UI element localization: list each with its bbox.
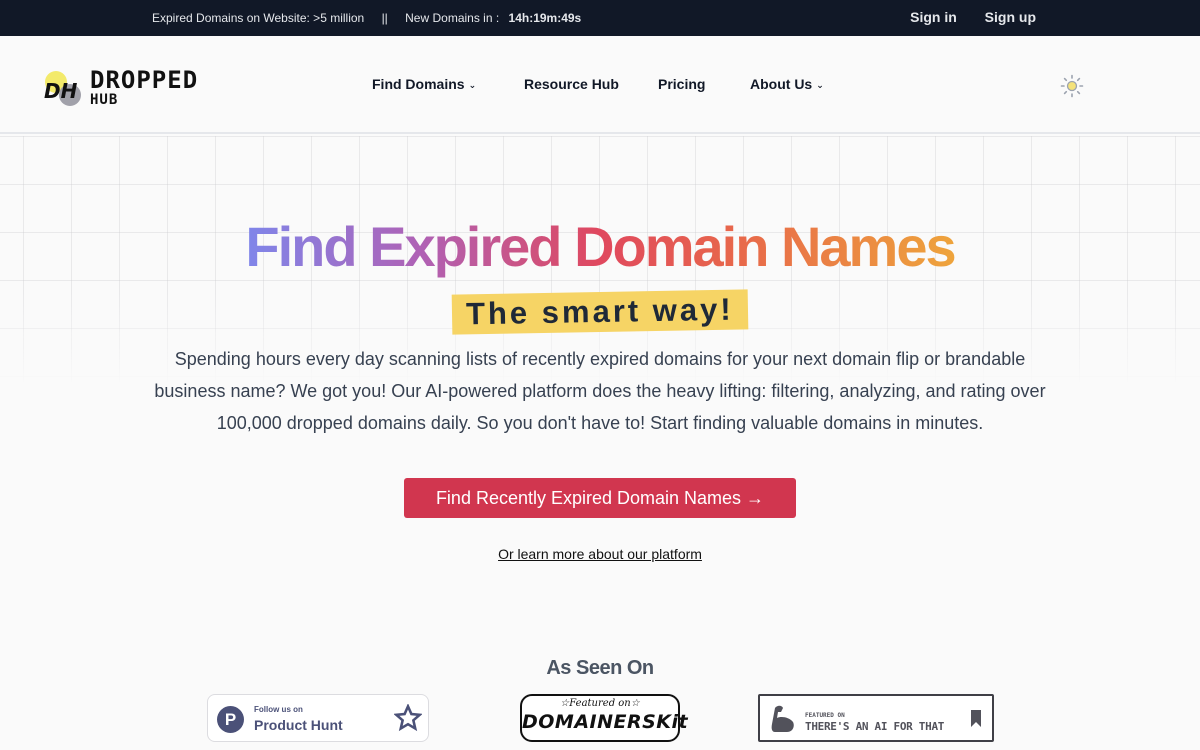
badge-big-text: Product Hunt [254, 717, 343, 733]
theres-an-ai-for-that-badge[interactable]: FEATURED ON THERE'S AN AI FOR THAT [758, 694, 994, 742]
logo-monogram: DH [44, 79, 78, 103]
nav-label: Pricing [658, 76, 706, 92]
star-icon [394, 704, 422, 732]
nav-find-domains[interactable]: Find Domains ⌄ [372, 76, 476, 92]
countdown-timer: 14h:19m:49s [508, 11, 582, 25]
badge-small-text: ☆Featured on☆ [560, 698, 640, 709]
nav-label: About Us [750, 76, 813, 92]
theme-toggle-sun-icon[interactable] [1060, 74, 1084, 98]
auth-links: Sign in Sign up [886, 9, 1036, 25]
badge-small-text: Follow us on [254, 705, 303, 714]
hero-description: Spending hours every day scanning lists … [154, 349, 1046, 433]
learn-more-link[interactable]: Or learn more about our platform [498, 546, 702, 562]
as-seen-on-heading: As Seen On [546, 657, 654, 679]
logo[interactable]: DH DROPPED HUB [42, 68, 217, 108]
domainerskit-badge[interactable]: ☆Featured on☆ DOMAINERSKit [520, 694, 689, 742]
nav-pricing[interactable]: Pricing [658, 76, 705, 92]
site-stats: Expired Domains on Website: >5 million |… [152, 11, 581, 25]
badge-small-text: FEATURED ON [805, 712, 845, 719]
badge-big-text: DOMAINERSKit [522, 711, 689, 733]
tagline-wrap: The smart way! [0, 289, 1200, 335]
sign-in-link[interactable]: Sign in [910, 9, 957, 25]
logo-text-line1: DROPPED [90, 66, 199, 94]
flexed-arm-icon [771, 705, 794, 732]
product-hunt-badge[interactable]: P Follow us on Product Hunt [207, 694, 429, 742]
countdown-label: New Domains in : [405, 11, 500, 25]
chevron-down-icon: ⌄ [816, 80, 824, 90]
hero-tagline: The smart way! [451, 289, 749, 335]
logo-text-line2: HUB [90, 92, 119, 108]
site-header: DH DROPPED HUB Find Domains ⌄ Resource Hu… [0, 36, 1200, 134]
separator: || [381, 11, 388, 25]
nav-label: Resource Hub [524, 76, 619, 92]
find-domains-cta-button[interactable]: Find Recently Expired Domain Names → [404, 478, 796, 518]
logo-mark-icon: DH [44, 71, 81, 106]
sign-up-link[interactable]: Sign up [985, 9, 1036, 25]
expired-count-text: Expired Domains on Website: >5 million [152, 11, 365, 25]
bookmark-icon [971, 710, 981, 727]
hero-title: Find Expired Domain Names [0, 214, 1200, 280]
badge-big-text: THERE'S AN AI FOR THAT [805, 720, 945, 733]
learn-more-wrap: Or learn more about our platform [0, 546, 1200, 562]
nav-label: Find Domains [372, 76, 465, 92]
nav-resource-hub[interactable]: Resource Hub [524, 76, 619, 92]
hero-title-text: Find Expired Domain Names [245, 215, 956, 278]
chevron-down-icon: ⌄ [468, 80, 477, 90]
product-hunt-logo-icon: P [217, 706, 244, 733]
nav-about-us[interactable]: About Us ⌄ [750, 76, 824, 92]
announcement-bar: Expired Domains on Website: >5 million |… [0, 0, 1200, 36]
